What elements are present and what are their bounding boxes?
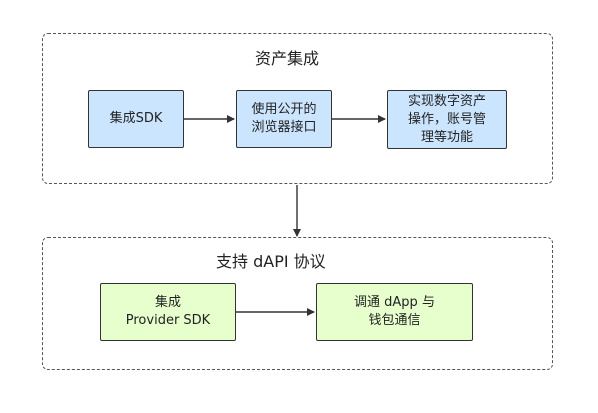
asset-operations-node: 实现数字资产 操作，账号管 理等功能 xyxy=(387,90,507,149)
asset-operations-label-line1: 实现数字资产 xyxy=(407,93,486,109)
asset-operations-label-line2: 操作，账号管 xyxy=(407,111,486,127)
asset-integration-title: 资产集成 xyxy=(255,49,320,68)
browser-api-node: 使用公开的 浏览器接口 xyxy=(236,90,332,148)
browser-api-label-line1: 使用公开的 xyxy=(251,102,317,117)
asset-operations-label-line3: 理等功能 xyxy=(420,129,473,145)
provider-sdk-label-line1: 集成 xyxy=(154,295,181,310)
integrate-sdk-label: 集成SDK xyxy=(109,111,163,126)
provider-sdk-node: 集成 Provider SDK xyxy=(100,283,236,341)
dapi-support-title: 支持 dAPI 协议 xyxy=(216,252,326,271)
provider-sdk-label-line2: Provider SDK xyxy=(125,313,211,328)
browser-api-label-line2: 浏览器接口 xyxy=(251,120,317,135)
dapp-wallet-comm-label-line2: 钱包通信 xyxy=(368,313,421,328)
dapp-wallet-comm-node: 调通 dApp 与 钱包通信 xyxy=(316,283,473,341)
dapp-wallet-comm-label-line1: 调通 dApp 与 xyxy=(354,295,435,310)
integrate-sdk-node: 集成SDK xyxy=(88,90,184,148)
